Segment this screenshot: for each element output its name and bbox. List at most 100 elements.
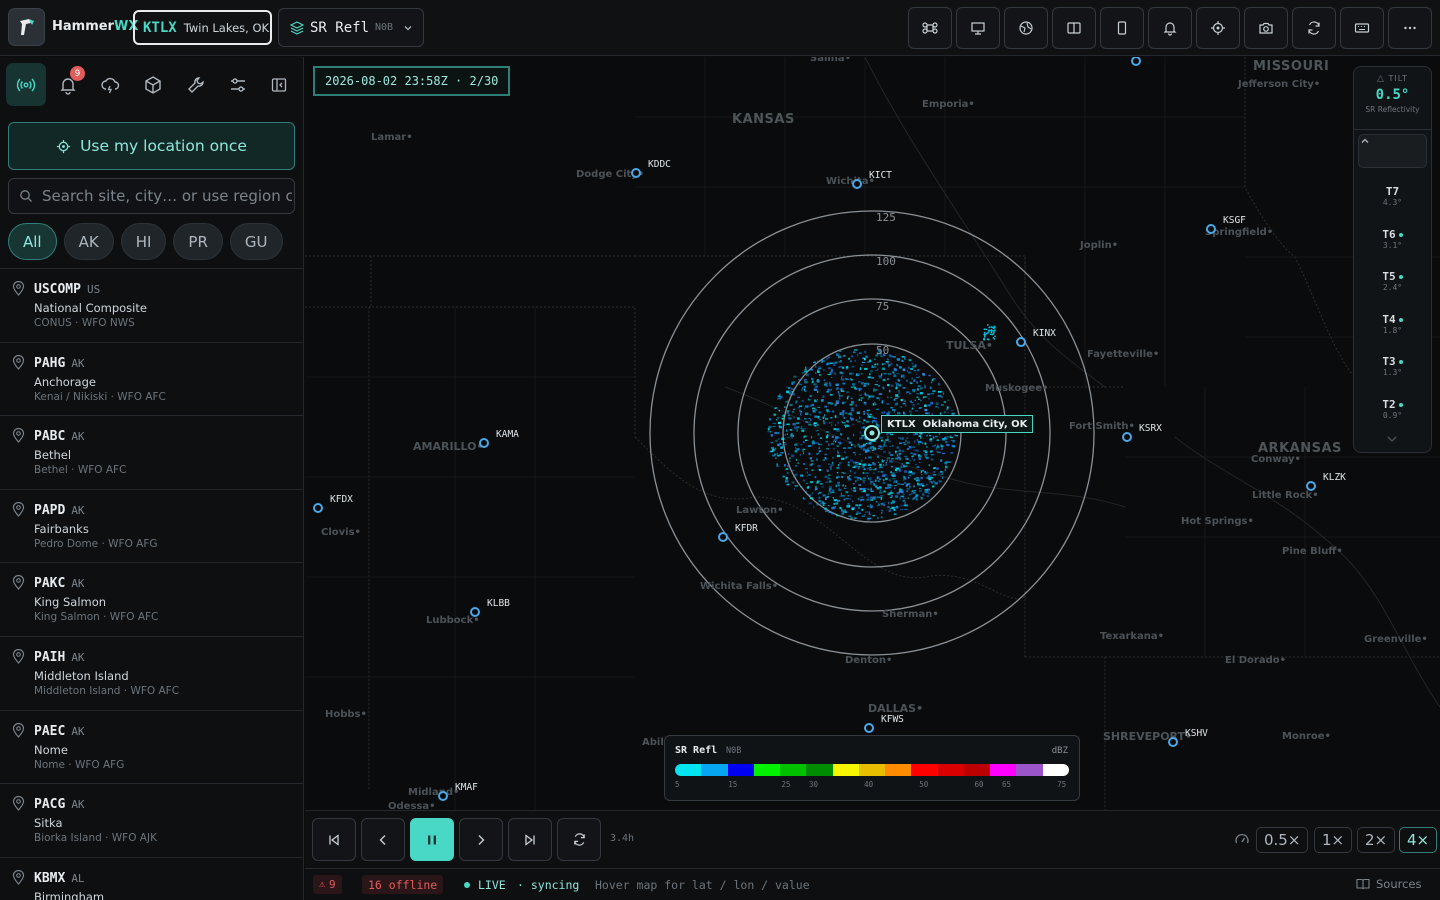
map-pin-icon	[12, 722, 25, 738]
city-label: Hot Springs•	[1181, 516, 1254, 527]
use-location-button[interactable]: Use my location once	[8, 122, 295, 170]
speed-2x[interactable]: 2×	[1357, 827, 1396, 853]
search-input[interactable]	[42, 187, 292, 205]
site-list-item[interactable]: PABC AK Bethel Bethel · WFO AFC	[0, 416, 303, 490]
active-site-label[interactable]: KTLX Oklahoma City, OK	[881, 415, 1034, 433]
filter-gu[interactable]: GU	[229, 223, 283, 260]
radar-dot-icon	[718, 532, 728, 542]
site-id: PAKC AK	[34, 576, 85, 591]
filter-all[interactable]: All	[8, 223, 57, 260]
globe-button[interactable]	[1004, 7, 1048, 49]
site-name: Fairbanks	[34, 521, 89, 536]
filter-pr[interactable]: PR	[173, 223, 223, 260]
site-list-item[interactable]: PAIH AK Middleton Island Middleton Island ·…	[0, 637, 303, 711]
keyboard-button[interactable]	[1340, 7, 1384, 49]
radar-dot-icon	[470, 607, 480, 617]
site-selector[interactable]: KTLX Twin Lakes, OK	[133, 10, 272, 45]
radar-dot-icon	[438, 791, 448, 801]
split-view-button[interactable]	[1052, 7, 1096, 49]
radar-site-marker[interactable]	[1206, 224, 1216, 234]
tilt-item[interactable]: T2 0.9°	[1354, 398, 1431, 419]
first-frame-button[interactable]	[312, 818, 356, 861]
filter-ak[interactable]: AK	[63, 223, 114, 260]
radar-site-marker[interactable]	[313, 503, 323, 513]
refresh-button[interactable]	[1292, 7, 1336, 49]
legend-color-segment	[701, 764, 728, 776]
skip-forward-icon	[525, 833, 535, 846]
speed-4x[interactable]: 4×	[1399, 827, 1438, 853]
radar-dot-icon	[479, 438, 489, 448]
filter-hi[interactable]: HI	[120, 223, 167, 260]
wrench-icon	[188, 76, 204, 93]
site-search[interactable]	[8, 178, 295, 214]
collapse-sidebar-button[interactable]	[259, 63, 299, 106]
radar-site-marker[interactable]	[479, 438, 489, 448]
city-label: Jefferson City•	[1238, 79, 1321, 90]
locate-button[interactable]	[1196, 7, 1240, 49]
mobile-button[interactable]	[1100, 7, 1144, 49]
tilt-item[interactable]: T7 4.3°	[1354, 185, 1431, 207]
radar-site-marker[interactable]	[470, 607, 480, 617]
site-state: US	[86, 283, 101, 296]
warning-chip[interactable]: ⚠ 9	[313, 875, 342, 894]
prev-frame-button[interactable]	[361, 818, 405, 861]
screenshot-button[interactable]	[1244, 7, 1288, 49]
tilt-item[interactable]: T6 3.1°	[1354, 228, 1431, 250]
radar-site-marker[interactable]	[438, 791, 448, 801]
tab-alerts[interactable]: 9	[48, 63, 88, 106]
tab-3d[interactable]	[133, 63, 173, 106]
site-id: PABC AK	[34, 429, 85, 444]
sources-button[interactable]: Sources	[1356, 877, 1422, 891]
presentation-button[interactable]	[956, 7, 1000, 49]
site-list-item[interactable]: PACG AK Sitka Biorka Island · WFO AJK	[0, 784, 303, 858]
product-selector[interactable]: SR Refl N0B	[278, 8, 424, 47]
radar-map[interactable]: 125 100 75 50 KANSAS MISSOURI ARKANSAS S…	[305, 57, 1440, 810]
site-list-item[interactable]: PAKC AK King Salmon King Salmon · WFO AFC	[0, 563, 303, 637]
product-code: N0B	[375, 22, 394, 33]
command-button[interactable]	[908, 7, 952, 49]
pause-icon	[428, 835, 436, 844]
radar-site-marker[interactable]	[852, 179, 862, 189]
legend-tick: 15	[728, 780, 738, 789]
radar-site-marker[interactable]	[718, 532, 728, 542]
site-location: CONUS · WFO NWS	[34, 317, 135, 329]
radar-site-marker[interactable]	[631, 168, 641, 178]
tilt-available-dot	[1398, 232, 1403, 237]
pause-button[interactable]	[410, 818, 454, 861]
site-name: Birmingham	[34, 889, 105, 900]
last-frame-button[interactable]	[508, 818, 552, 861]
tilt-panel: △ TILT 0.5° SR Reflectivity T7 4.3° T6 3.1°…	[1353, 66, 1432, 453]
loop-button[interactable]	[557, 818, 601, 861]
tilt-available-dot	[1398, 403, 1403, 407]
more-button[interactable]	[1388, 7, 1432, 49]
radar-site-marker[interactable]	[1122, 432, 1132, 442]
tilt-item[interactable]: T3 1.3°	[1354, 355, 1431, 377]
region-filters: All AK HI PR GU	[8, 223, 283, 260]
tab-weather[interactable]	[90, 63, 130, 106]
app-logo[interactable]	[8, 8, 45, 46]
next-frame-button[interactable]	[459, 818, 503, 861]
site-list-item[interactable]: PAPD AK Fairbanks Pedro Dome · WFO AFG	[0, 490, 303, 564]
map-pin-icon	[12, 354, 25, 370]
speed-0-5x[interactable]: 0.5×	[1256, 827, 1309, 853]
site-list-item[interactable]: PAEC AK Nome Nome · WFO AFG	[0, 711, 303, 785]
tab-radars[interactable]	[6, 63, 46, 106]
speed-1x[interactable]: 1×	[1314, 827, 1353, 853]
site-list-item[interactable]: USCOMP US National Composite CONUS · WFO NW…	[0, 269, 303, 343]
tab-tools[interactable]	[176, 63, 216, 106]
radar-site-marker[interactable]	[864, 723, 874, 733]
site-code: PAIH	[34, 649, 66, 665]
chevron-down-icon	[404, 25, 412, 30]
tilt-item[interactable]: T5 2.4°	[1354, 270, 1431, 292]
site-list-item[interactable]: PAHG AK Anchorage Kenai / Nikiski · WFO AFC	[0, 343, 303, 417]
tilt-item[interactable]: T4 1.8°	[1354, 313, 1431, 335]
radar-site-marker[interactable]	[1306, 481, 1316, 491]
refresh-icon	[573, 833, 585, 846]
site-code: PAHG	[34, 355, 66, 371]
offline-chip[interactable]: 16 offline	[362, 875, 444, 894]
alerts-button[interactable]	[1148, 7, 1192, 49]
radar-site-marker[interactable]	[1016, 337, 1026, 347]
radar-site-marker[interactable]	[1168, 737, 1178, 747]
site-list-item[interactable]: KBMX AL Birmingham	[0, 858, 303, 900]
tab-settings[interactable]	[218, 63, 258, 106]
